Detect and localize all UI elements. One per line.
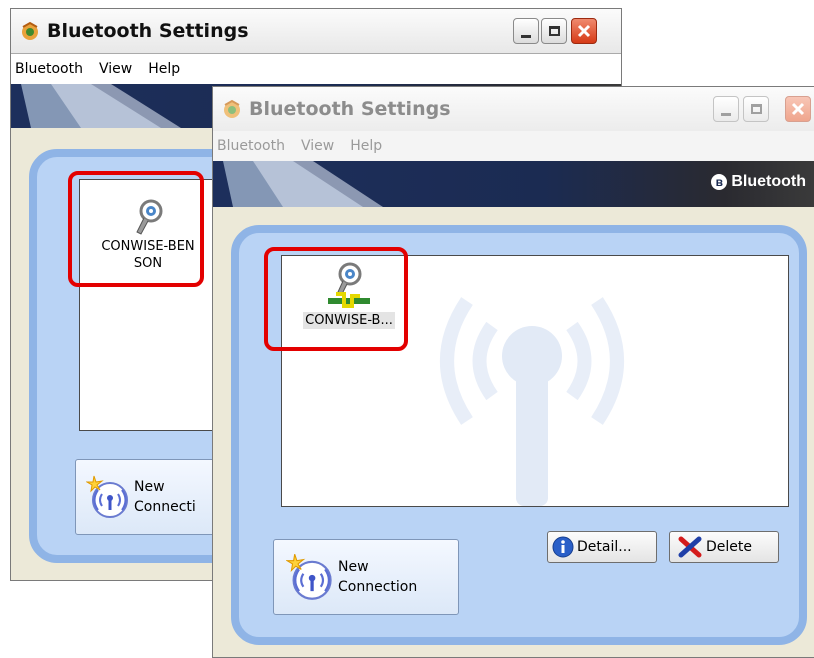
new-connection-icon: [86, 475, 128, 518]
new-connection-button[interactable]: New Connection: [273, 539, 459, 615]
new-connection-button[interactable]: New Connecti: [75, 459, 225, 535]
bluetooth-app-icon: [224, 99, 240, 118]
menu-bar: Bluetooth View Help: [213, 131, 814, 161]
minimize-icon: [721, 112, 731, 116]
new-connection-label-line1: New: [338, 559, 369, 575]
window-title: Bluetooth Settings: [47, 20, 249, 42]
title-bar[interactable]: Bluetooth Settings: [11, 9, 621, 53]
bluetooth-settings-window-front: Bluetooth Settings Bluetooth View Help ʙ…: [212, 86, 814, 658]
new-connection-label-line2: Connecti: [134, 499, 196, 515]
menu-help[interactable]: Help: [342, 138, 390, 154]
menu-bluetooth[interactable]: Bluetooth: [11, 61, 91, 77]
menu-bluetooth[interactable]: Bluetooth: [213, 138, 293, 154]
menu-bar: Bluetooth View Help: [11, 53, 621, 85]
new-connection-label: New Connection: [338, 557, 417, 597]
detail-button[interactable]: Detail...: [547, 531, 657, 563]
close-icon: [791, 102, 805, 116]
minimize-icon: [521, 34, 531, 38]
radio-watermark-icon: [440, 297, 624, 506]
window-title: Bluetooth Settings: [249, 98, 451, 120]
new-connection-label: New Connecti: [134, 477, 196, 517]
bluetooth-logo-icon: ʙ: [711, 174, 728, 190]
maximize-icon: [548, 26, 560, 36]
detail-label: Detail...: [577, 539, 632, 555]
maximize-button[interactable]: [541, 18, 567, 44]
minimize-button[interactable]: [513, 18, 539, 44]
header-banner: ʙ Bluetooth: [213, 161, 814, 207]
maximize-button[interactable]: [743, 96, 769, 122]
close-button[interactable]: [571, 18, 597, 44]
brand-text: Bluetooth: [731, 173, 806, 190]
menu-view[interactable]: View: [91, 61, 140, 77]
maximize-icon: [750, 104, 762, 114]
highlight-box-device: [68, 171, 204, 287]
delete-label: Delete: [706, 539, 752, 555]
minimize-button[interactable]: [713, 96, 739, 122]
info-icon: [552, 536, 574, 558]
highlight-box-device: [264, 247, 408, 351]
delete-x-icon: [678, 536, 702, 558]
bluetooth-brand: ʙ Bluetooth: [711, 173, 806, 191]
delete-button[interactable]: Delete: [669, 531, 779, 563]
new-connection-icon: [286, 554, 332, 600]
menu-view[interactable]: View: [293, 138, 342, 154]
close-button[interactable]: [785, 96, 811, 122]
new-connection-label-line1: New: [134, 479, 165, 495]
close-icon: [577, 24, 591, 38]
menu-help[interactable]: Help: [140, 61, 188, 77]
new-connection-label-line2: Connection: [338, 579, 418, 595]
bluetooth-app-icon: [22, 21, 38, 40]
title-bar[interactable]: Bluetooth Settings: [213, 87, 814, 131]
